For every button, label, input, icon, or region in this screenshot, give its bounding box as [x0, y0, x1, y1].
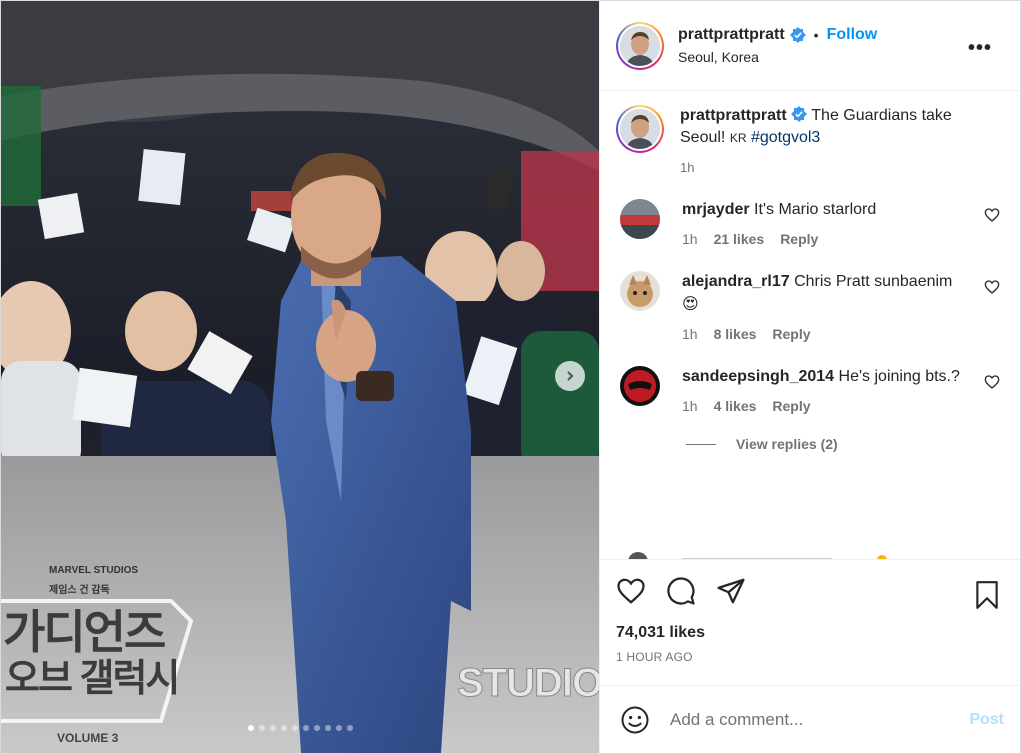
- caption-author-avatar[interactable]: [616, 105, 664, 153]
- instagram-post: MARVEL STUDIOS 제임스 건 감독 가디언즈 오브 갤럭시 VOLU…: [0, 0, 1021, 754]
- avatar-cat-icon: [620, 271, 660, 311]
- banner-studios: STUDIOS: [457, 661, 599, 706]
- caption-hashtag[interactable]: #gotgvol3: [751, 129, 820, 146]
- commenter-avatar[interactable]: [620, 271, 660, 311]
- like-comment-heart-icon[interactable]: [984, 207, 1000, 223]
- comment-username[interactable]: sandeepsingh_2014: [682, 368, 834, 385]
- view-replies-label: View replies (2): [736, 436, 838, 452]
- avatar-mask-icon: [620, 366, 660, 406]
- comment-time[interactable]: 1h: [682, 326, 698, 342]
- post-comment-button[interactable]: Post: [969, 711, 1004, 729]
- emoji-picker-icon[interactable]: [620, 705, 650, 735]
- comment-bubble-icon[interactable]: [666, 576, 696, 606]
- commenter-avatar[interactable]: [620, 366, 660, 406]
- separator-dot: •: [813, 27, 819, 43]
- banner-volume: VOLUME 3: [57, 731, 119, 745]
- bookmark-save-icon[interactable]: [974, 580, 1000, 610]
- replies-divider: [686, 443, 716, 445]
- like-comment-heart-icon[interactable]: [984, 374, 1000, 390]
- comments-section[interactable]: prattprattpratt The Guardians take Seoul…: [600, 91, 1020, 559]
- carousel-dot: [291, 725, 298, 731]
- view-replies-button[interactable]: View replies (2): [686, 436, 1004, 452]
- comment-item: sandeepsingh_2014 He's joining bts.? 1h …: [616, 366, 1004, 414]
- clipped-comment-row: [628, 552, 887, 559]
- partially-visible-comment: [620, 549, 920, 559]
- heart-eyes-emoji: 😍: [682, 294, 699, 313]
- comment-text: He's joining bts.?: [838, 368, 960, 385]
- comment-text: Chris Pratt sunbaenim: [794, 273, 953, 290]
- carousel-dot: [302, 725, 309, 731]
- banner-brand: MARVEL STUDIOS: [49, 565, 139, 576]
- post-photo[interactable]: MARVEL STUDIOS 제임스 건 감독 가디언즈 오브 갤럭시 VOLU…: [1, 1, 599, 753]
- comment-likes[interactable]: 8 likes: [714, 326, 757, 342]
- avatar-face-icon: [620, 25, 660, 66]
- chevron-right-icon: [567, 371, 574, 381]
- post-side-panel: prattprattpratt • Follow Seoul, Korea ••…: [599, 1, 1020, 753]
- comment-likes[interactable]: 4 likes: [714, 398, 757, 414]
- comment-likes[interactable]: 21 likes: [714, 231, 765, 247]
- avatar-face-icon: [620, 109, 660, 149]
- reply-button[interactable]: Reply: [772, 326, 810, 342]
- carousel-dot: [280, 725, 287, 731]
- carousel-dot: [324, 725, 331, 731]
- comment-item: mrjayder It's Mario starlord 1h 21 likes…: [616, 199, 1004, 247]
- verified-badge-icon: [791, 106, 808, 122]
- kr-flag-icon: KR: [729, 131, 747, 145]
- comment-username[interactable]: alejandra_rl17: [682, 273, 790, 290]
- comment-time[interactable]: 1h: [682, 231, 698, 247]
- reply-button[interactable]: Reply: [780, 231, 818, 247]
- author-username[interactable]: prattprattpratt: [678, 26, 785, 44]
- share-send-icon[interactable]: [716, 576, 746, 606]
- avatar-car-icon: [620, 199, 660, 239]
- more-options-icon[interactable]: •••: [968, 37, 992, 60]
- carousel-dot: [247, 725, 254, 731]
- banner-korean-small: 제임스 건 감독: [49, 585, 110, 596]
- comment-username[interactable]: mrjayder: [682, 201, 750, 218]
- carousel-dot: [269, 725, 276, 731]
- caption-time[interactable]: 1h: [680, 157, 980, 179]
- carousel-dot: [258, 725, 265, 731]
- carousel-indicator: [1, 725, 599, 731]
- like-comment-heart-icon[interactable]: [984, 279, 1000, 295]
- comment-item: alejandra_rl17 Chris Pratt sunbaenim 😍 1h…: [616, 271, 1004, 342]
- carousel-next-button[interactable]: [555, 361, 585, 391]
- verified-badge-icon: [789, 27, 806, 43]
- follow-button[interactable]: Follow: [827, 26, 878, 44]
- banner-title-line2: 오브 갤럭시: [5, 658, 180, 700]
- author-avatar[interactable]: [616, 21, 664, 70]
- reply-button[interactable]: Reply: [772, 398, 810, 414]
- comment-input[interactable]: [670, 709, 970, 730]
- add-comment-bar: Post: [600, 685, 1020, 753]
- comment-text: It's Mario starlord: [754, 201, 877, 218]
- post-actions: 74,031 likes 1 HOUR AGO: [600, 559, 1020, 685]
- post-location[interactable]: Seoul, Korea: [678, 49, 877, 65]
- commenter-avatar[interactable]: [620, 199, 660, 239]
- caption-username[interactable]: prattprattpratt: [680, 107, 787, 124]
- carousel-dot: [335, 725, 342, 731]
- comment-time[interactable]: 1h: [682, 398, 698, 414]
- likes-count[interactable]: 74,031 likes: [616, 624, 1004, 642]
- like-heart-icon[interactable]: [616, 576, 646, 606]
- carousel-dot: [313, 725, 320, 731]
- posted-time[interactable]: 1 HOUR AGO: [616, 650, 1004, 664]
- carousel-dot: [346, 725, 353, 731]
- post-caption: prattprattpratt The Guardians take Seoul…: [616, 105, 1004, 179]
- post-header: prattprattpratt • Follow Seoul, Korea ••…: [600, 1, 1020, 91]
